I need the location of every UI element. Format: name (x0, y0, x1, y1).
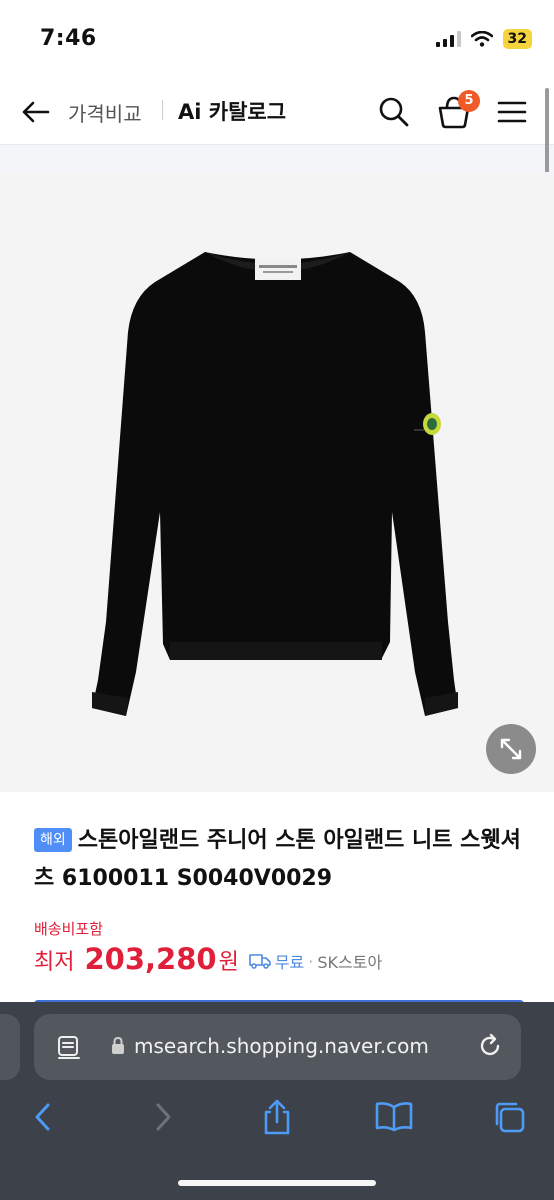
price-row: 최저 203,280 원 무료 · SK스토아 (34, 942, 382, 976)
sweatshirt-image (92, 252, 458, 716)
home-indicator (178, 1180, 376, 1186)
shipping-note: 배송비포함 (34, 920, 104, 938)
reader-mode-icon[interactable] (56, 1034, 82, 1060)
product-title-text: 스톤아일랜드 주니어 스톤 아일랜드 니트 스웻셔츠 6100011 S0040… (34, 828, 521, 891)
tabs-icon (495, 1102, 525, 1133)
wifi-icon (470, 31, 493, 47)
menu-icon[interactable] (496, 96, 528, 128)
seller-name[interactable]: SK스토아 (317, 949, 382, 973)
expand-image-button[interactable] (486, 724, 536, 774)
forward-nav-button[interactable] (144, 1098, 182, 1136)
status-time: 7:46 (40, 26, 97, 51)
truck-icon (249, 954, 271, 969)
tabs-button[interactable] (490, 1098, 528, 1136)
status-bar: 7:46 32 (0, 0, 554, 80)
app-header: 가격비교 Ai 카탈로그 5 (0, 80, 554, 144)
free-shipping-text: 무료 (274, 953, 305, 972)
expand-arrows-icon (500, 738, 522, 760)
share-icon (264, 1099, 290, 1135)
book-icon (375, 1102, 413, 1132)
currency-label: 원 (218, 950, 239, 975)
signal-icon (435, 31, 461, 47)
product-image[interactable] (0, 172, 554, 792)
chevron-left-icon (35, 1103, 50, 1131)
back-button[interactable] (18, 94, 54, 130)
ai-catalog-title[interactable]: Ai 카탈로그 (178, 96, 286, 126)
chevron-right-icon (156, 1103, 171, 1131)
reload-icon[interactable] (476, 1032, 504, 1060)
bookmarks-button[interactable] (372, 1098, 416, 1136)
sub-header-bar (0, 144, 554, 172)
battery-indicator: 32 (502, 29, 532, 49)
price-compare-link[interactable]: 가격비교 (68, 98, 142, 127)
product-info: 해외 스톤아일랜드 주니어 스톤 아일랜드 니트 스웻셔츠 6100011 S00… (0, 792, 554, 1000)
divider (162, 100, 163, 120)
lock-icon (112, 1036, 124, 1054)
url-text[interactable]: msearch.shopping.naver.com (134, 1034, 429, 1058)
price-value: 203,280 (84, 942, 217, 976)
share-button[interactable] (258, 1098, 296, 1136)
previous-tab-peek[interactable] (0, 1014, 20, 1080)
lowest-price-label: 최저 (34, 950, 75, 975)
cart-count-badge: 5 (458, 90, 480, 112)
back-nav-button[interactable] (24, 1098, 62, 1136)
separator-dot: · (308, 951, 314, 971)
search-icon[interactable] (376, 94, 412, 130)
delivery-info: 무료 · SK스토아 (249, 949, 382, 973)
overseas-badge: 해외 (34, 828, 72, 852)
product-title[interactable]: 해외 스톤아일랜드 주니어 스톤 아일랜드 니트 스웻셔츠 6100011 S00… (34, 822, 524, 898)
status-icons: 32 (435, 29, 532, 49)
